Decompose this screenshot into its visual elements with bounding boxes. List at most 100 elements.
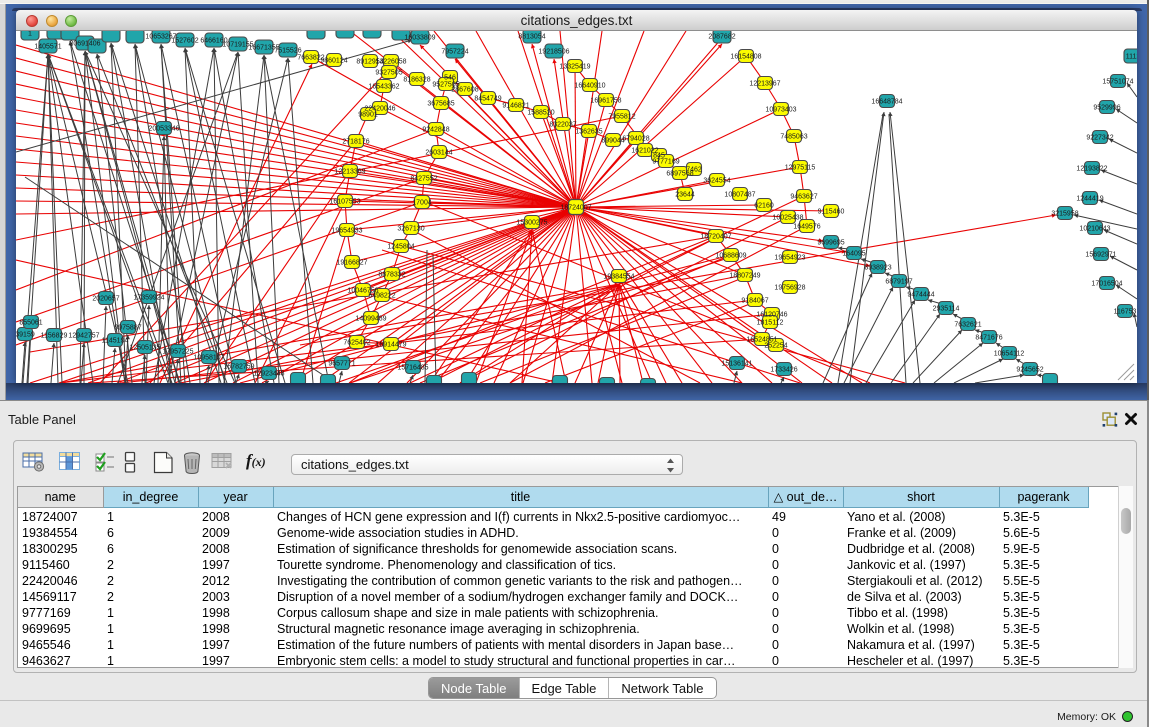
svg-text:1: 1 (28, 31, 32, 38)
svg-text:15716485: 15716485 (397, 365, 428, 372)
svg-text:19384554: 19384554 (603, 274, 634, 281)
svg-text:15136141: 15136141 (721, 361, 752, 368)
svg-text:6879197: 6879197 (885, 279, 912, 286)
svg-text:1649576: 1649576 (793, 224, 820, 231)
svg-text:164095: 164095 (842, 251, 865, 258)
svg-text:9975887: 9975887 (114, 325, 141, 332)
svg-text:12505135: 12505135 (129, 345, 160, 352)
svg-text:19218506: 19218506 (538, 49, 569, 56)
svg-text:9184067: 9184067 (741, 298, 768, 305)
svg-text:1145194: 1145194 (102, 338, 129, 345)
svg-text:7955812: 7955812 (608, 114, 635, 121)
svg-text:2718176: 2718176 (342, 139, 369, 146)
svg-text:9860124: 9860124 (320, 58, 347, 65)
svg-text:19654923: 19654923 (774, 255, 805, 262)
svg-text:12975115: 12975115 (785, 165, 816, 172)
svg-text:16120746: 16120746 (756, 312, 787, 319)
svg-text:15692971: 15692971 (1085, 252, 1116, 259)
svg-text:18724007: 18724007 (560, 205, 591, 212)
svg-text:1815112: 1815112 (757, 320, 784, 327)
svg-text:19756928: 19756928 (774, 285, 805, 292)
svg-text:546: 546 (444, 75, 456, 82)
svg-text:16033809: 16033809 (404, 35, 435, 42)
svg-text:16640910: 16640910 (574, 83, 605, 90)
svg-text:12193822: 12193822 (1076, 166, 1107, 173)
svg-text:7957224: 7957224 (441, 49, 468, 56)
svg-text:7515526: 7515526 (274, 48, 301, 55)
svg-text:12923448: 12923448 (253, 371, 284, 378)
svg-text:8322037: 8322037 (549, 122, 576, 129)
svg-text:252254: 252254 (764, 343, 787, 350)
svg-text:1112: 1112 (1126, 54, 1137, 61)
svg-text:9474444: 9474444 (907, 292, 934, 299)
svg-text:9529996: 9529996 (1093, 105, 1120, 112)
svg-text:3675685: 3675685 (427, 101, 454, 108)
svg-text:1527602: 1527602 (171, 38, 198, 45)
svg-text:13325419: 13325419 (559, 64, 590, 71)
svg-text:1245804: 1245804 (387, 244, 414, 251)
svg-text:1405571: 1405571 (34, 44, 61, 51)
svg-text:8186328: 8186328 (403, 77, 430, 84)
svg-text:16782759: 16782759 (223, 364, 254, 371)
svg-text:2087682: 2087682 (708, 34, 735, 41)
svg-text:18720407: 18720407 (700, 234, 731, 241)
svg-text:1588520: 1588520 (527, 110, 554, 117)
svg-text:9463627: 9463627 (790, 194, 817, 201)
svg-text:20691406: 20691406 (69, 41, 100, 48)
svg-text:8454749: 8454749 (474, 96, 501, 103)
svg-text:2867608: 2867608 (451, 87, 478, 94)
svg-text:1244419: 1244419 (1076, 196, 1103, 203)
svg-text:7632621: 7632621 (954, 322, 981, 329)
svg-text:9242848: 9242848 (422, 127, 449, 134)
svg-text:18807249: 18807249 (729, 273, 760, 280)
svg-text:10807487: 10807487 (724, 192, 755, 199)
svg-text:8878332: 8878332 (378, 272, 405, 279)
svg-text:3624554: 3624554 (703, 178, 730, 185)
svg-text:8813054: 8813054 (518, 34, 545, 41)
svg-text:14099489: 14099489 (355, 316, 386, 323)
svg-text:3215958: 3215958 (1051, 211, 1078, 218)
svg-text:10025438: 10025438 (772, 215, 803, 222)
svg-text:17016504: 17016504 (1091, 281, 1122, 288)
svg-text:8471676: 8471676 (975, 335, 1002, 342)
svg-text:10654112: 10654112 (994, 351, 1025, 358)
svg-text:19654933: 19654933 (331, 228, 362, 235)
svg-text:12942757: 12942757 (68, 333, 99, 340)
svg-text:6794028: 6794028 (622, 136, 649, 143)
svg-text:39159: 39159 (16, 332, 35, 339)
svg-text:1362635: 1362635 (575, 129, 602, 136)
svg-text:7485063: 7485063 (780, 134, 807, 141)
svg-text:13226058: 13226058 (375, 59, 406, 66)
svg-text:855061: 855061 (19, 320, 42, 327)
svg-text:5498222: 5498222 (368, 293, 395, 300)
svg-text:10688609: 10688609 (715, 253, 746, 260)
svg-text:17004: 17004 (412, 200, 432, 207)
svg-text:62160: 62160 (754, 203, 774, 210)
svg-text:23644: 23644 (675, 192, 695, 199)
svg-text:1733426: 1733426 (770, 367, 797, 374)
svg-text:16543362: 16543362 (368, 84, 399, 91)
svg-text:7625402: 7625402 (343, 340, 370, 347)
svg-text:20053346: 20053346 (148, 126, 179, 133)
svg-text:15751074: 15751074 (1102, 79, 1133, 86)
svg-text:19166827: 19166827 (336, 260, 367, 267)
svg-text:2020657: 2020657 (92, 296, 119, 303)
svg-text:9146821: 9146821 (502, 103, 529, 110)
svg-text:98901: 98901 (358, 112, 378, 119)
svg-text:9245652: 9245652 (1016, 367, 1043, 374)
svg-text:16154808: 16154808 (730, 54, 761, 61)
svg-text:16648784: 16648784 (871, 99, 902, 106)
svg-text:9777169: 9777169 (652, 159, 679, 166)
svg-text:9227342: 9227342 (1086, 135, 1113, 142)
svg-text:7462: 7462 (686, 167, 702, 174)
svg-text:2603144: 2603144 (425, 150, 452, 157)
svg-text:16961758: 16961758 (590, 98, 621, 105)
svg-text:8938923: 8938923 (864, 265, 891, 272)
svg-text:116753: 116753 (1114, 309, 1137, 316)
svg-text:17957225: 17957225 (162, 349, 193, 356)
svg-text:3267130: 3267130 (397, 226, 424, 233)
svg-text:15300275: 15300275 (516, 220, 547, 227)
svg-text:16107553: 16107553 (329, 199, 360, 206)
svg-text:17359924: 17359924 (133, 295, 164, 302)
svg-text:10973403: 10973403 (765, 107, 796, 114)
